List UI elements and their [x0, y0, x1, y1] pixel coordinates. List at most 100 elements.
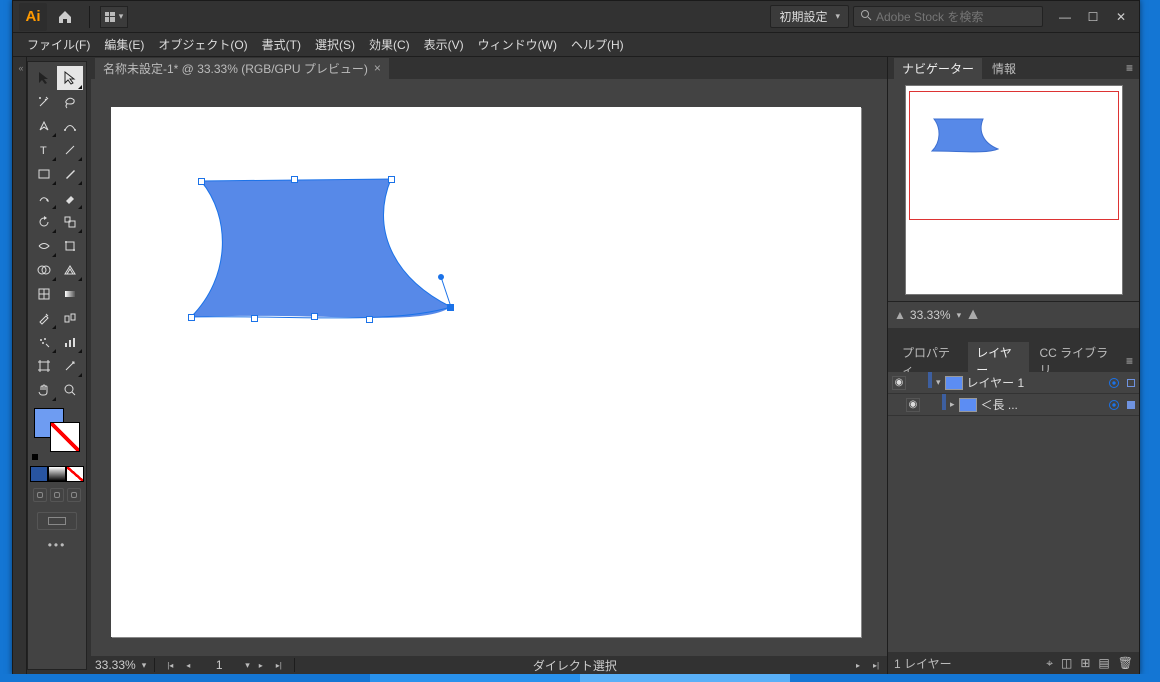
draw-inside-mode[interactable]: [67, 488, 81, 502]
prev-artboard-button[interactable]: ◂: [181, 658, 195, 672]
menu-window[interactable]: ウィンドウ(W): [472, 36, 563, 53]
zoom-out-icon[interactable]: ▲: [894, 308, 906, 322]
selection-indicator[interactable]: [1127, 379, 1135, 387]
document-tab[interactable]: 名称未設定-1* @ 33.33% (RGB/GPU プレビュー) ×: [95, 58, 389, 79]
scroll-end-button[interactable]: ▸|: [869, 658, 883, 672]
scale-tool[interactable]: [57, 210, 83, 234]
curvature-tool[interactable]: [57, 114, 83, 138]
rotate-tool[interactable]: [31, 210, 57, 234]
zoom-tool[interactable]: [57, 378, 83, 402]
direct-selection-tool[interactable]: [57, 66, 83, 90]
adobe-stock-search[interactable]: [853, 6, 1043, 27]
close-tab-icon[interactable]: ×: [374, 61, 381, 75]
scroll-right-button[interactable]: ▸: [851, 658, 865, 672]
color-mode-none[interactable]: [66, 466, 84, 482]
maximize-button[interactable]: ☐: [1081, 8, 1105, 26]
layer-row[interactable]: ◉ ▾ レイヤー 1: [888, 372, 1139, 394]
workspace-selector[interactable]: 初期設定 ▾: [770, 5, 849, 28]
hand-tool[interactable]: [31, 378, 57, 402]
zoom-in-icon[interactable]: ▲: [965, 306, 981, 324]
anchor-point-selected[interactable]: [447, 304, 454, 311]
pen-tool[interactable]: [31, 114, 57, 138]
lasso-tool[interactable]: [57, 90, 83, 114]
create-sublayer-icon[interactable]: ⊞: [1080, 656, 1090, 671]
target-icon[interactable]: [1109, 378, 1119, 388]
anchor-point[interactable]: [198, 178, 205, 185]
panel-menu-icon[interactable]: ≡: [1126, 354, 1133, 368]
visibility-toggle-icon[interactable]: ◉: [892, 376, 906, 390]
close-button[interactable]: ✕: [1109, 8, 1133, 26]
color-mode-solid[interactable]: [30, 466, 48, 482]
column-graph-tool[interactable]: [57, 330, 83, 354]
anchor-point[interactable]: [291, 176, 298, 183]
magic-wand-tool[interactable]: [31, 90, 57, 114]
blend-tool[interactable]: [57, 306, 83, 330]
anchor-point[interactable]: [388, 176, 395, 183]
edit-toolbar-icon[interactable]: •••: [48, 538, 67, 552]
artboard-number[interactable]: 1: [199, 658, 239, 672]
zoom-level[interactable]: 33.33%: [95, 658, 136, 672]
navigator-tab[interactable]: ナビゲーター: [894, 58, 982, 79]
menu-type[interactable]: 書式(T): [256, 36, 307, 53]
anchor-point[interactable]: [188, 314, 195, 321]
nav-zoom-value[interactable]: 33.33%: [910, 308, 951, 322]
navigator-preview[interactable]: [905, 85, 1123, 295]
arrange-docs-button[interactable]: ▾: [100, 6, 128, 28]
menu-effect[interactable]: 効果(C): [363, 36, 416, 53]
shaper-tool[interactable]: [31, 186, 57, 210]
menu-edit[interactable]: 編集(E): [98, 36, 150, 53]
target-icon[interactable]: [1109, 400, 1119, 410]
zoom-dropdown-icon[interactable]: ▾: [142, 660, 147, 671]
anchor-point[interactable]: [311, 313, 318, 320]
menu-view[interactable]: 表示(V): [418, 36, 470, 53]
stroke-color-swatch[interactable]: [50, 422, 80, 452]
slice-tool[interactable]: [57, 354, 83, 378]
eraser-tool[interactable]: [57, 186, 83, 210]
last-artboard-button[interactable]: ▸|: [272, 658, 286, 672]
stock-search-input[interactable]: [876, 10, 1036, 24]
new-layer-icon[interactable]: ▤: [1098, 656, 1109, 671]
type-tool[interactable]: T: [31, 138, 57, 162]
draw-behind-mode[interactable]: [50, 488, 64, 502]
menu-file[interactable]: ファイル(F): [21, 36, 96, 53]
shape-builder-tool[interactable]: [31, 258, 57, 282]
panel-menu-icon[interactable]: ≡: [1126, 61, 1133, 75]
layer-row[interactable]: ◉ ▸ ＜長 ...: [888, 394, 1139, 416]
selected-shape[interactable]: [191, 177, 451, 337]
minimize-button[interactable]: —: [1053, 8, 1077, 26]
mesh-tool[interactable]: [31, 282, 57, 306]
first-artboard-button[interactable]: |◂: [163, 658, 177, 672]
canvas[interactable]: [91, 79, 887, 656]
color-mode-gradient[interactable]: [48, 466, 66, 482]
selection-tool[interactable]: [31, 66, 57, 90]
line-tool[interactable]: [57, 138, 83, 162]
screen-mode-button[interactable]: [37, 512, 77, 530]
make-clipping-mask-icon[interactable]: ◫: [1061, 656, 1072, 671]
info-tab[interactable]: 情報: [984, 58, 1024, 79]
artboard-tool[interactable]: [31, 354, 57, 378]
eyedropper-tool[interactable]: [31, 306, 57, 330]
anchor-point[interactable]: [366, 316, 373, 323]
delete-layer-icon[interactable]: 🗑: [1118, 656, 1133, 671]
menu-select[interactable]: 選択(S): [309, 36, 361, 53]
layer-name[interactable]: レイヤー 1: [967, 374, 1025, 391]
navigator-view-rect[interactable]: [909, 91, 1119, 220]
gradient-tool[interactable]: [57, 282, 83, 306]
disclosure-icon[interactable]: ▾: [936, 377, 941, 388]
free-transform-tool[interactable]: [57, 234, 83, 258]
paintbrush-tool[interactable]: [57, 162, 83, 186]
artboard-dropdown-icon[interactable]: ▾: [245, 660, 250, 671]
symbol-sprayer-tool[interactable]: [31, 330, 57, 354]
fill-stroke-swatches[interactable]: [32, 408, 82, 454]
selection-indicator[interactable]: [1127, 401, 1135, 409]
rectangle-tool[interactable]: [31, 162, 57, 186]
visibility-toggle-icon[interactable]: ◉: [906, 398, 920, 412]
layer-name[interactable]: ＜長 ...: [981, 396, 1018, 413]
home-icon[interactable]: [51, 5, 79, 29]
disclosure-icon[interactable]: ▸: [950, 399, 955, 410]
menu-help[interactable]: ヘルプ(H): [565, 36, 630, 53]
chevron-down-icon[interactable]: ▾: [957, 310, 962, 321]
locate-object-icon[interactable]: ⌖: [1046, 656, 1053, 671]
panel-collapse-strip[interactable]: «: [13, 57, 27, 674]
anchor-point[interactable]: [251, 315, 258, 322]
